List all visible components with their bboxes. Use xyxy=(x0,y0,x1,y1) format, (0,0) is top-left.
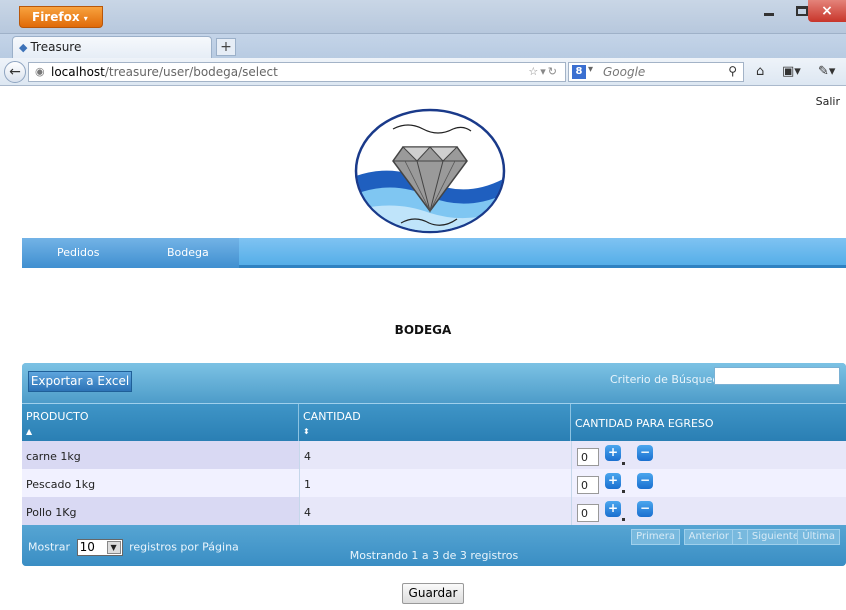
url-host: localhost xyxy=(51,65,105,79)
increment-button[interactable]: + xyxy=(605,445,625,465)
table-toolbar: Exportar a Excel Criterio de Búsqueda: xyxy=(22,363,846,403)
menu-item-bodega[interactable]: Bodega xyxy=(167,246,209,259)
save-button[interactable]: Guardar xyxy=(402,583,464,604)
minus-icon: − xyxy=(639,473,651,487)
favicon-icon: ◆ xyxy=(19,41,28,54)
pager-next[interactable]: Siguiente xyxy=(746,529,804,545)
pager-previous[interactable]: Anterior xyxy=(683,529,734,545)
decrement-button[interactable]: − xyxy=(637,473,653,489)
increment-button[interactable]: + xyxy=(605,501,625,521)
pager-page-1[interactable]: 1 xyxy=(731,529,748,545)
column-label: CANTIDAD xyxy=(303,410,361,423)
sort-ascending-icon: ▲ xyxy=(26,427,33,436)
bodega-table: Exportar a Excel Criterio de Búsqueda: P… xyxy=(22,363,846,566)
addons-icon[interactable]: ✎▾ xyxy=(818,64,835,79)
back-button[interactable]: ← xyxy=(4,61,26,83)
pager-first[interactable]: Primera xyxy=(631,529,680,545)
maximize-icon xyxy=(796,6,808,16)
column-header-egreso: CANTIDAD PARA EGRESO xyxy=(571,404,846,442)
tab-treasure[interactable]: ◆ Treasure xyxy=(12,36,212,58)
minimize-button[interactable] xyxy=(748,0,786,22)
main-menu: Pedidos Bodega xyxy=(22,238,846,268)
dropdown-icon[interactable]: ▾ xyxy=(540,65,548,78)
search-bar[interactable]: 8 ▾ Google ⚲ xyxy=(568,62,744,82)
tab-bar: ◆ Treasure + xyxy=(0,34,846,58)
close-window-button[interactable]: × xyxy=(808,0,846,22)
cell-producto: Pollo 1Kg xyxy=(22,497,299,525)
page-content: Salir Pedidos Bodega BODEGA Exportar a E… xyxy=(0,86,846,610)
cell-producto: carne 1kg xyxy=(22,441,299,469)
search-engine-dropdown-icon[interactable]: ▾ xyxy=(588,64,593,75)
back-arrow-icon: ← xyxy=(9,64,21,80)
close-icon: × xyxy=(821,3,833,19)
table-row: Pollo 1Kg 4 0 + − xyxy=(22,497,846,525)
column-header-cantidad[interactable]: CANTIDAD ⬍ xyxy=(299,404,571,442)
table-header: PRODUCTO ▲ CANTIDAD ⬍ CANTIDAD PARA EGRE… xyxy=(22,403,846,442)
pager-last[interactable]: Última xyxy=(797,529,840,545)
firefox-menu-label: Firefox xyxy=(32,10,80,24)
chevron-down-icon: ▾ xyxy=(83,14,88,23)
url-path: /treasure/user/bodega/select xyxy=(104,65,278,79)
navigation-toolbar: ← ◉ localhost/treasure/user/bodega/selec… xyxy=(0,58,846,86)
cell-producto: Pescado 1kg xyxy=(26,478,96,491)
search-label: Criterio de Búsqueda: xyxy=(610,373,730,386)
firefox-menu-button[interactable]: Firefox ▾ xyxy=(19,6,103,28)
site-identity-icon: ◉ xyxy=(35,65,45,78)
search-placeholder: Google xyxy=(603,65,646,79)
cell-cantidad: 4 xyxy=(299,441,571,469)
egreso-quantity-input[interactable]: 0 xyxy=(577,504,599,522)
sort-icon: ⬍ xyxy=(303,427,310,436)
bookmarks-icon[interactable]: ▣▾ xyxy=(782,64,801,79)
minimize-icon xyxy=(764,13,774,16)
column-label: PRODUCTO xyxy=(26,410,89,423)
new-tab-button[interactable]: + xyxy=(216,38,236,56)
decrement-button[interactable]: − xyxy=(637,501,653,517)
search-icon[interactable]: ⚲ xyxy=(728,64,737,78)
reload-icon[interactable]: ↻ xyxy=(548,65,559,78)
export-excel-button[interactable]: Exportar a Excel xyxy=(28,371,132,392)
plus-icon: + xyxy=(607,473,619,487)
treasure-galapagos-logo xyxy=(354,108,506,234)
decrement-button[interactable]: − xyxy=(637,445,653,461)
table-footer: Mostrar 10 ▼ registros por Página Mostran… xyxy=(22,525,846,566)
window-titlebar: Firefox ▾ × xyxy=(0,0,846,34)
minus-icon: − xyxy=(639,501,651,515)
bookmark-star-icon[interactable]: ☆ xyxy=(528,65,540,78)
search-engine-icon[interactable]: 8 xyxy=(572,65,586,79)
cell-cantidad: 4 xyxy=(299,497,571,525)
table-row: carne 1kg 4 0 + − xyxy=(22,441,846,469)
column-header-producto[interactable]: PRODUCTO ▲ xyxy=(22,404,299,442)
home-icon[interactable]: ⌂ xyxy=(756,64,764,79)
table-info: Mostrando 1 a 3 de 3 registros xyxy=(349,549,519,562)
column-label: CANTIDAD PARA EGRESO xyxy=(575,417,714,430)
egreso-quantity-input[interactable]: 0 xyxy=(577,476,599,494)
url-tools: ☆▾↻ xyxy=(528,65,559,78)
tab-title: Treasure xyxy=(30,40,82,54)
logout-link[interactable]: Salir xyxy=(816,95,840,108)
plus-icon: + xyxy=(607,501,619,515)
minus-icon: − xyxy=(639,445,651,459)
egreso-quantity-input[interactable]: 0 xyxy=(577,448,599,466)
plus-icon: + xyxy=(607,445,619,459)
page-title: BODEGA xyxy=(394,323,452,337)
search-input[interactable] xyxy=(714,367,840,385)
url-bar[interactable]: ◉ localhost/treasure/user/bodega/select … xyxy=(28,62,566,82)
increment-button[interactable]: + xyxy=(605,473,625,493)
table-row: Pescado 1kg 1 0 + − xyxy=(22,469,846,497)
menu-item-pedidos[interactable]: Pedidos xyxy=(57,246,100,259)
cell-cantidad: 1 xyxy=(299,469,571,497)
